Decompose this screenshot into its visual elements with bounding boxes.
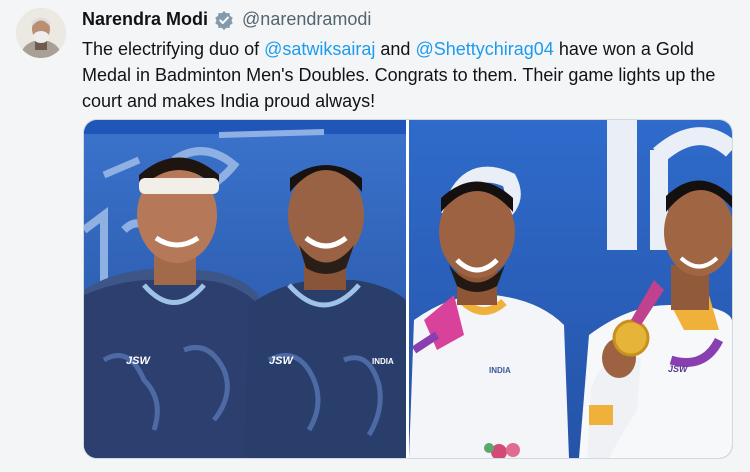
tweet-text-part: The electrifying duo of: [82, 39, 265, 59]
mention-link[interactable]: @Shettychirag04: [415, 39, 553, 59]
tweet-text-part: and: [375, 39, 416, 59]
avatar[interactable]: [16, 8, 66, 58]
jersey-brand-text: JSW: [269, 355, 294, 367]
jersey-country-text: INDIA: [489, 366, 511, 375]
mention-link[interactable]: @satwiksairaj: [264, 39, 375, 59]
media-photo-right[interactable]: INDIA JSW: [409, 120, 732, 458]
tweet-header: Narendra Modi @narendramodi: [82, 9, 371, 30]
verified-badge-icon: [214, 10, 234, 30]
tweet-media: JSW JSW INDIA INDIA JSW: [83, 119, 733, 459]
author-handle[interactable]: @narendramodi: [242, 9, 371, 30]
tweet: Narendra Modi @narendramodi The electrif…: [0, 0, 750, 472]
jersey-country-text: INDIA: [372, 357, 394, 366]
tweet-text: The electrifying duo of @satwiksairaj an…: [82, 36, 722, 114]
jersey-brand-text: JSW: [126, 355, 151, 367]
media-photo-left[interactable]: JSW JSW INDIA: [84, 120, 406, 458]
photo-players-left: JSW JSW INDIA: [84, 120, 406, 458]
medal-ribbon-brand-text: JSW: [668, 364, 689, 374]
author-name[interactable]: Narendra Modi: [82, 9, 208, 30]
avatar-image: [16, 8, 66, 58]
photo-players-right: INDIA JSW: [409, 120, 732, 458]
